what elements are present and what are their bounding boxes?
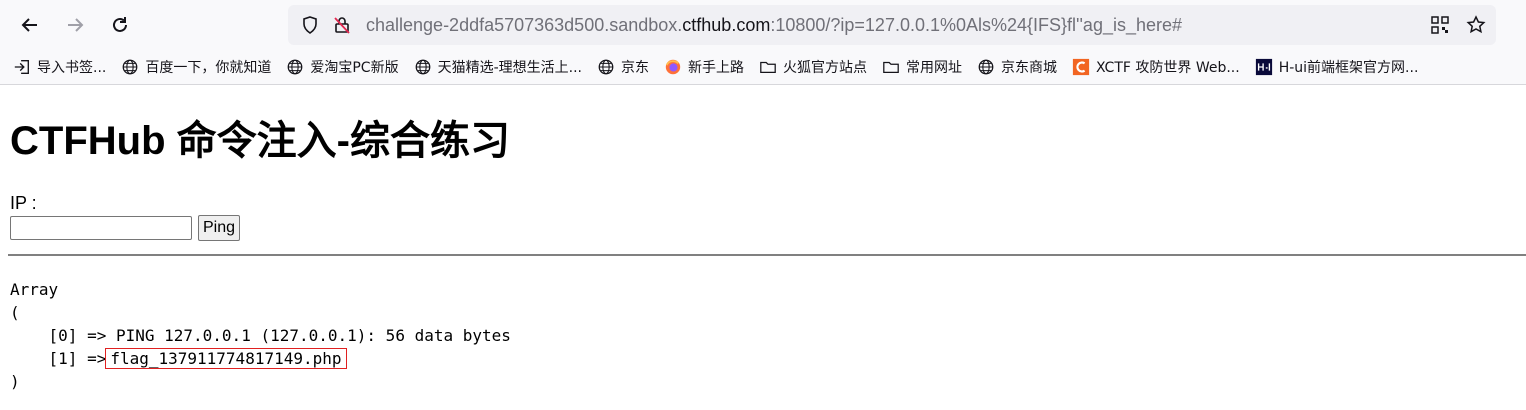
back-button[interactable]	[14, 9, 46, 41]
bookmark-label: 京东	[620, 60, 649, 76]
bookmark-aitaobao[interactable]: 爱淘宝PC新版	[285, 57, 399, 77]
ip-input[interactable]	[10, 216, 192, 240]
folder-icon	[881, 57, 901, 77]
bookmark-label: 天猫精选-理想生活上...	[437, 60, 582, 76]
bookmark-jd[interactable]: 京东	[596, 57, 649, 77]
bookmark-label: 常用网址	[905, 60, 962, 76]
command-output: Array ( [0] => PING 127.0.0.1 (127.0.0.1…	[10, 278, 511, 393]
shield-icon[interactable]	[300, 15, 320, 35]
bookmark-label: XCTF 攻防世界 Web...	[1095, 60, 1240, 76]
bookmark-xctf[interactable]: XCTF 攻防世界 Web...	[1071, 57, 1240, 77]
bookmark-tmall[interactable]: 天猫精选-理想生活上...	[413, 57, 582, 77]
bookmark-label: 京东商城	[1000, 60, 1057, 76]
reload-button[interactable]	[104, 9, 136, 41]
bookmark-label: H-ui前端框架官方网...	[1278, 60, 1419, 76]
bookmark-label: 新手上路	[687, 60, 744, 76]
import-icon	[12, 57, 32, 77]
globe-icon	[285, 57, 305, 77]
browser-chrome: challenge-2ddfa5707363d500.sandbox.ctfhu…	[0, 0, 1526, 85]
reload-icon	[113, 17, 127, 32]
back-arrow-icon	[21, 18, 37, 32]
insecure-lock-icon[interactable]	[332, 15, 352, 35]
firefox-icon	[663, 57, 683, 77]
globe-icon	[120, 57, 140, 77]
url-text[interactable]: challenge-2ddfa5707363d500.sandbox.ctfhu…	[366, 15, 1182, 36]
bookmark-label: 火狐官方站点	[782, 60, 867, 76]
output-item-1-prefix: [1] =>	[10, 349, 107, 368]
output-line: (	[10, 303, 20, 322]
bookmark-getting-started[interactable]: 新手上路	[663, 57, 744, 77]
url-domain: ctfhub.com	[682, 15, 771, 35]
xctf-icon	[1071, 57, 1091, 77]
forward-arrow-icon	[68, 18, 84, 32]
bookmark-hui[interactable]: H-ui前端框架官方网...	[1254, 57, 1419, 77]
page-content: CTFHub 命令注入-综合练习 IP : Ping	[0, 117, 1526, 241]
bookmark-label: 百度一下，你就知道	[145, 60, 272, 76]
output-item-0: [0] => PING 127.0.0.1 (127.0.0.1): 56 da…	[10, 326, 511, 345]
ip-label: IP :	[10, 193, 37, 213]
globe-icon	[413, 57, 433, 77]
bookmark-jd-mall[interactable]: 京东商城	[976, 57, 1057, 77]
bookmark-common-sites[interactable]: 常用网址	[881, 57, 962, 77]
ping-form: Ping	[10, 215, 1516, 241]
bookmark-baidu[interactable]: 百度一下，你就知道	[120, 57, 271, 77]
ping-button[interactable]: Ping	[198, 215, 241, 241]
page-title: CTFHub 命令注入-综合练习	[10, 119, 510, 163]
output-line: Array	[10, 280, 59, 299]
hui-icon	[1254, 57, 1274, 77]
bookmarks-toolbar: 导入书签... 百度一下，你就知道 爱淘宝PC新版 天猫精选-理想生活上... …	[0, 51, 1526, 83]
bookmark-star-icon[interactable]	[1466, 15, 1486, 35]
folder-icon	[758, 57, 778, 77]
bookmark-firefox-sites[interactable]: 火狐官方站点	[758, 57, 867, 77]
output-line: )	[10, 372, 20, 391]
divider	[8, 254, 1526, 256]
navigation-bar: challenge-2ddfa5707363d500.sandbox.ctfhu…	[0, 0, 1526, 50]
url-prefix: challenge-2ddfa5707363d500.sandbox.	[366, 15, 683, 35]
address-bar[interactable]: challenge-2ddfa5707363d500.sandbox.ctfhu…	[288, 5, 1496, 45]
flag-filename-highlight: flag_137911774817149.php	[105, 348, 347, 369]
qr-code-icon[interactable]	[1430, 15, 1450, 35]
globe-icon	[596, 57, 616, 77]
url-suffix: :10800/?ip=127.0.0.1%0Als%24{IFS}fl''ag_…	[770, 15, 1183, 35]
bookmark-label: 导入书签...	[37, 60, 107, 76]
bookmark-label: 爱淘宝PC新版	[310, 60, 399, 76]
forward-button[interactable]	[59, 9, 91, 41]
bookmark-import[interactable]: 导入书签...	[12, 57, 106, 77]
globe-icon	[976, 57, 996, 77]
